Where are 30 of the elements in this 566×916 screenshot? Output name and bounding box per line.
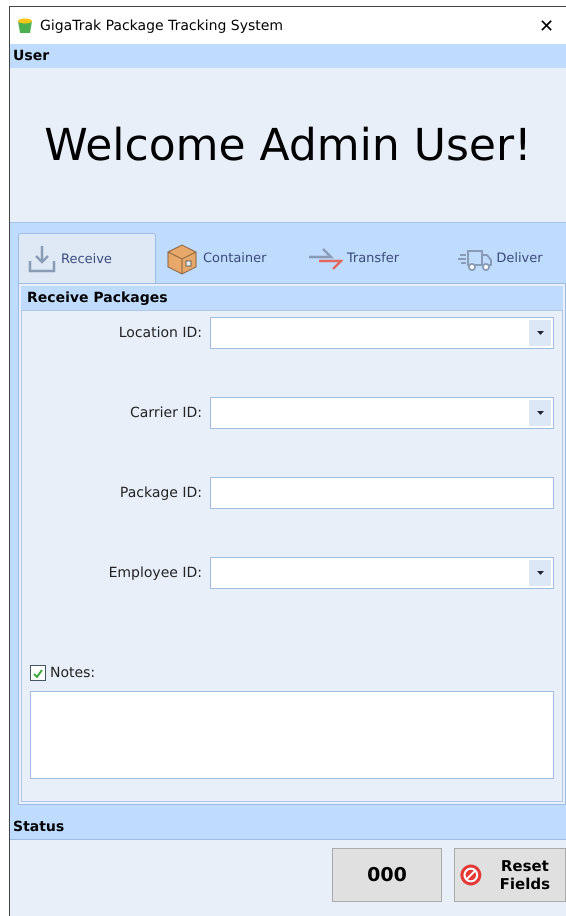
section-title: User bbox=[13, 48, 50, 64]
tab[interactable]: Receive bbox=[18, 233, 156, 284]
tab[interactable]: Transfer bbox=[298, 233, 450, 283]
reset-button[interactable]: Reset Fields bbox=[454, 848, 566, 902]
input-field[interactable] bbox=[210, 477, 554, 509]
panel-title: Receive Packages bbox=[27, 290, 168, 306]
dropdown-field[interactable] bbox=[210, 397, 554, 429]
checkmark-icon bbox=[33, 668, 43, 678]
welcome-message: Welcome Admin User! bbox=[44, 120, 532, 170]
field-label: Location ID: bbox=[118, 325, 203, 341]
checkbox[interactable] bbox=[30, 665, 46, 681]
dropdown-arrow-icon bbox=[536, 411, 544, 415]
field-label: Employee ID: bbox=[108, 565, 203, 581]
field-label: Carrier ID: bbox=[129, 405, 203, 421]
box-icon bbox=[164, 242, 199, 276]
window-title: GigaTrak Package Tracking System bbox=[40, 18, 284, 34]
tab[interactable]: Deliver bbox=[449, 233, 566, 283]
dropdown-arrow-icon bbox=[536, 571, 544, 575]
checkbox-label: Notes: bbox=[50, 665, 96, 681]
field-label: Package ID: bbox=[118, 485, 203, 501]
download-tray-icon bbox=[27, 244, 57, 274]
app-logo-icon bbox=[16, 16, 34, 34]
tab[interactable]: Container bbox=[156, 233, 298, 283]
notes-field[interactable] bbox=[30, 691, 554, 779]
counter-display: 000 bbox=[332, 848, 442, 902]
section-title: Status bbox=[13, 819, 64, 835]
close-button[interactable]: ✕ bbox=[533, 14, 560, 36]
dropdown-arrow-icon bbox=[536, 331, 544, 335]
dropdown-field[interactable] bbox=[210, 557, 554, 589]
dropdown-field[interactable] bbox=[210, 317, 554, 349]
